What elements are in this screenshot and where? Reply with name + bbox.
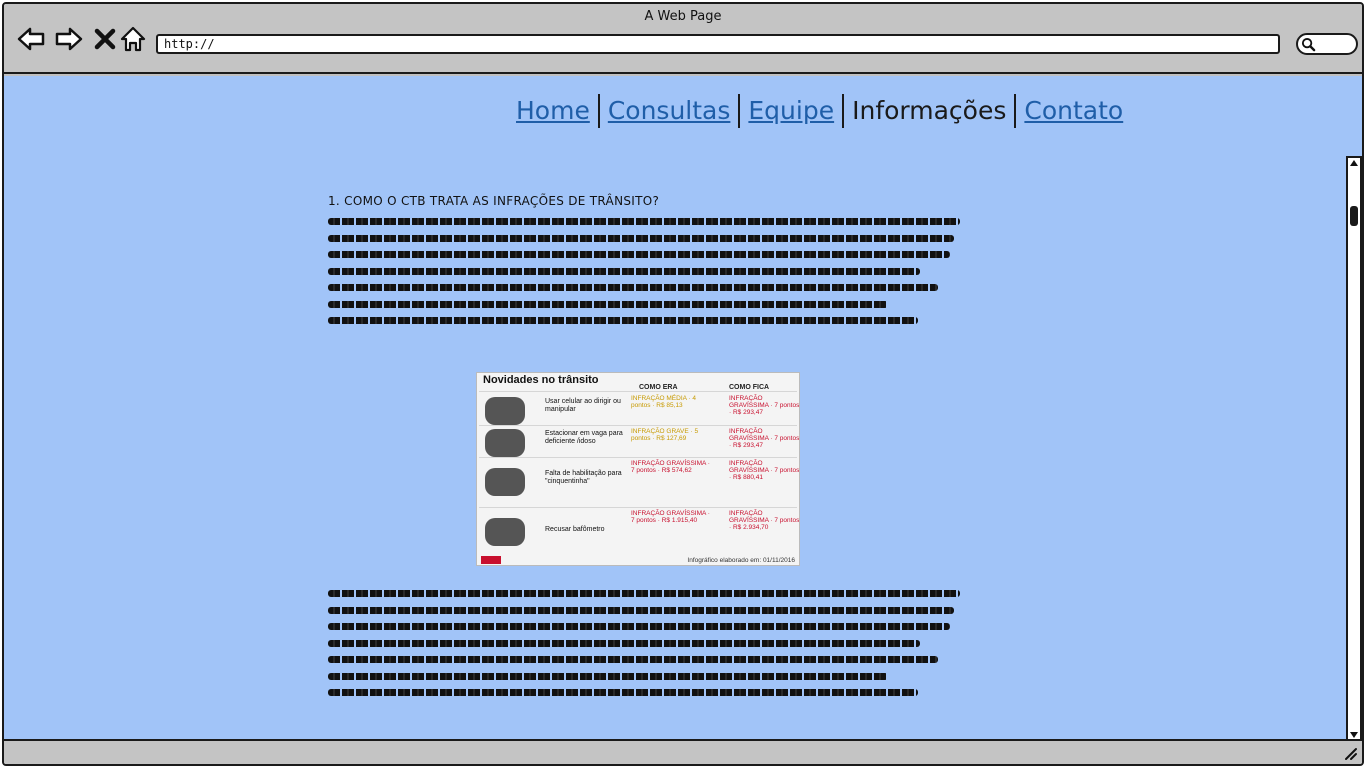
page-content: Home Consultas Equipe Informações Contat… [4, 76, 1362, 742]
infographic-col-before: COMO ERA [639, 384, 678, 391]
infographic-image: Novidades no trânsito COMO ERA COMO FICA… [476, 372, 800, 566]
infographic-footer: Infográfico elaborado em: 01/11/2016 [687, 557, 795, 564]
motorcycle-icon [485, 468, 525, 496]
stop-x-icon[interactable] [90, 24, 120, 54]
phone-icon [485, 397, 525, 425]
back-arrow-icon[interactable] [16, 24, 46, 54]
scribble-line [328, 669, 968, 686]
infographic-title: Novidades no trânsito [483, 374, 599, 386]
nav-link-informacoes: Informações [852, 96, 1007, 125]
nav-link-contato[interactable]: Contato [1016, 93, 1131, 129]
infographic-row: Falta de habilitação para "cinquentinha"… [479, 457, 799, 507]
scribble-line [328, 652, 968, 669]
browser-window: A Web Page http:// Home Consultas Equipe… [2, 2, 1364, 766]
nav-link-home[interactable]: Home [508, 93, 598, 129]
scribble-line [328, 280, 968, 297]
infographic-col-after: COMO FICA [729, 384, 770, 391]
scribble-line [328, 619, 968, 636]
search-box[interactable] [1296, 33, 1358, 55]
scribble-line [328, 313, 968, 330]
scribble-line [328, 603, 968, 620]
police-icon [485, 518, 525, 546]
search-icon [1301, 37, 1316, 52]
infographic-row: Usar celular ao dirigir ou manipular INF… [479, 391, 799, 425]
scribble-line [328, 247, 968, 264]
resize-grip-icon[interactable] [1344, 747, 1358, 761]
g1-logo [481, 556, 501, 564]
forward-arrow-icon[interactable] [54, 24, 84, 54]
scribble-line [328, 297, 968, 314]
nav-link-consultas[interactable]: Consultas [600, 93, 739, 129]
scribble-line [328, 264, 968, 281]
infographic-row: Recusar bafômetro INFRAÇÃO GRAVÍSSIMA · … [479, 507, 799, 557]
nav-link-equipe[interactable]: Equipe [740, 93, 842, 129]
window-title: A Web Page [644, 9, 722, 24]
scribble-line [328, 231, 968, 248]
article: 1. COMO O CTB TRATA AS INFRAÇÕES DE TRÂN… [328, 194, 968, 330]
scribble-line [328, 636, 968, 653]
home-icon[interactable] [118, 24, 148, 54]
scribble-line [328, 685, 968, 702]
scroll-up-icon[interactable] [1349, 158, 1359, 168]
placeholder-paragraph-2 [328, 586, 968, 702]
scribble-line [328, 214, 968, 231]
browser-toolbar: A Web Page http:// [4, 4, 1362, 74]
scroll-thumb[interactable] [1350, 206, 1358, 226]
url-input[interactable]: http:// [156, 34, 1280, 54]
status-bar [4, 739, 1362, 764]
car-icon [485, 429, 525, 457]
scribble-line [328, 586, 968, 603]
infographic-row: Estacionar em vaga para deficiente /idos… [479, 425, 799, 457]
vertical-scrollbar[interactable] [1346, 156, 1362, 742]
main-nav: Home Consultas Equipe Informações Contat… [508, 93, 1131, 129]
placeholder-paragraph-1 [328, 214, 968, 330]
article-heading: 1. COMO O CTB TRATA AS INFRAÇÕES DE TRÂN… [328, 194, 660, 208]
